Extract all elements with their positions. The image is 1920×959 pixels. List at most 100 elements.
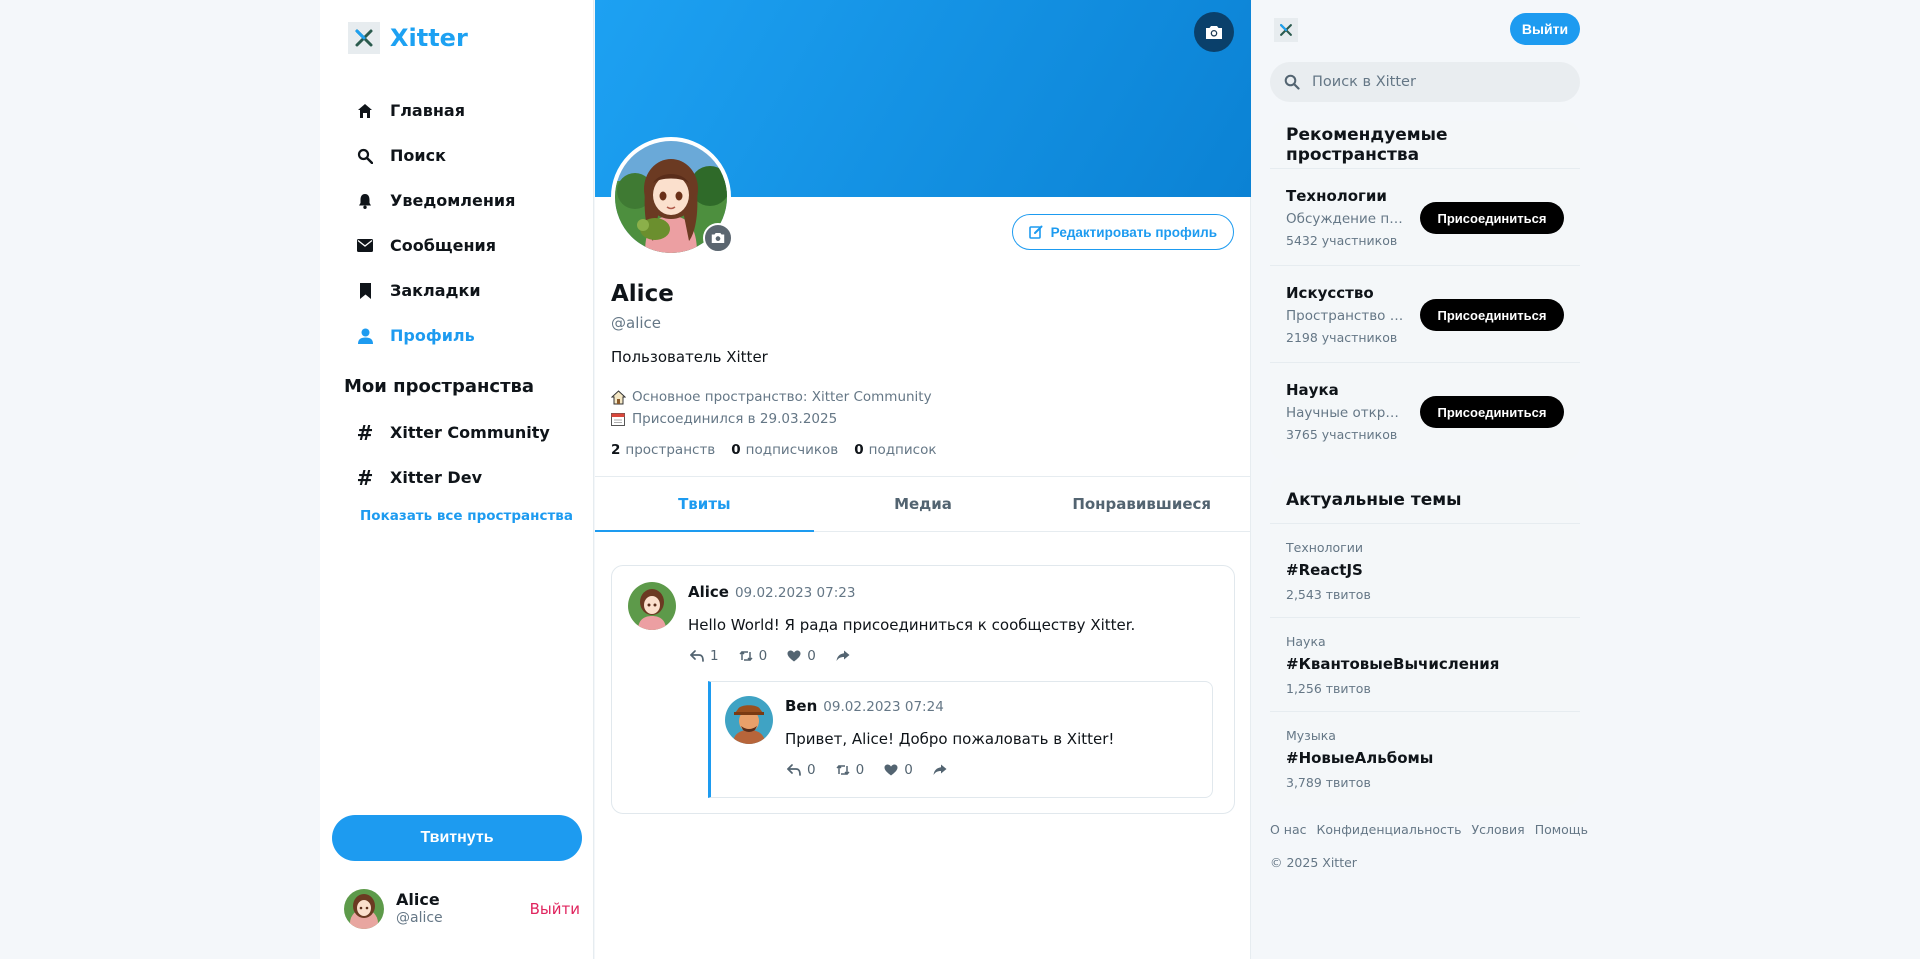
avatar[interactable] [628,582,676,630]
nav-item-notifications[interactable]: Уведомления [356,178,515,223]
x-logo-icon[interactable] [1274,18,1298,42]
retweet-button[interactable]: 0 [739,648,767,664]
search-icon [1284,74,1300,90]
nav-item-bookmarks[interactable]: Закладки [356,268,515,313]
stat-label: пространств [625,442,716,458]
join-button[interactable]: Присоединиться [1420,202,1564,234]
trend-count: 1,256 твитов [1286,681,1371,696]
stat-spaces[interactable]: 2 пространств [611,442,715,458]
nav-item-messages[interactable]: Сообщения [356,223,515,268]
stat-followers[interactable]: 0 подписчиков [731,442,838,458]
brand-name: Xitter [390,24,468,52]
trend-item[interactable]: Наука #КвантовыеВычисления 1,256 твитов [1270,618,1580,712]
footer-link-about[interactable]: О нас [1270,822,1307,837]
house-icon [611,389,627,405]
like-button[interactable]: 0 [787,648,816,664]
nav-label-home: Главная [390,101,465,120]
nav-item-search[interactable]: Поиск [356,133,515,178]
nav-label-profile: Профиль [390,326,475,345]
right-sidebar: Выйти Рекомендуемые пространства Техноло… [1252,0,1600,959]
reply-icon [690,650,704,662]
space-description: Научные открыт… [1286,405,1404,421]
logout-button[interactable]: Выйти [1510,13,1580,45]
reply-button[interactable]: 1 [690,648,719,664]
heart-icon [787,650,801,662]
share-icon [836,650,850,661]
brand-logo[interactable]: Xitter [348,22,468,54]
space-name[interactable]: Наука [1286,381,1339,399]
trend-category: Музыка [1286,728,1336,743]
profile-bio: Пользователь Xitter [611,348,768,366]
tweet-author[interactable]: Ben [785,697,817,715]
space-description: Пространство дл… [1286,308,1404,324]
space-member-count: 5432 участников [1286,233,1398,248]
search-input[interactable] [1312,74,1552,90]
space-item-community[interactable]: # Xitter Community [356,410,550,455]
stat-value: 0 [854,442,864,458]
tab-media[interactable]: Медиа [814,477,1033,531]
join-button[interactable]: Присоединиться [1420,396,1564,428]
footer-link-privacy[interactable]: Конфиденциальность [1317,822,1462,837]
tab-tweets[interactable]: Твиты [595,477,814,532]
trends-card: Актуальные темы Технологии #ReactJS 2,54… [1270,476,1580,806]
reply-button[interactable]: 0 [787,762,816,778]
envelope-icon [356,237,374,255]
space-name[interactable]: Технологии [1286,187,1387,205]
stat-value: 0 [731,442,741,458]
logout-link[interactable]: Выйти [530,900,580,918]
avatar[interactable] [344,889,384,929]
recommended-title: Рекомендуемые пространства [1270,121,1580,169]
recommended-item: Искусство Пространство дл… 2198 участник… [1270,266,1580,363]
footer-link-help[interactable]: Помощь [1535,822,1588,837]
space-member-count: 2198 участников [1286,330,1398,345]
search-icon [356,147,374,165]
stat-following[interactable]: 0 подписок [854,442,936,458]
space-label: Xitter Community [390,423,550,442]
footer-link-terms[interactable]: Условия [1472,822,1525,837]
left-sidebar: Xitter Главная Поиск Уведомления Сообщен… [320,0,594,959]
trend-item[interactable]: Технологии #ReactJS 2,543 твитов [1270,524,1580,618]
main-space-text: Основное пространство: Xitter Community [632,389,932,405]
current-user-handle: @alice [396,910,443,926]
main-nav: Главная Поиск Уведомления Сообщения Закл… [356,88,515,358]
avatar-camera-icon[interactable] [703,223,733,253]
show-all-spaces-link[interactable]: Показать все пространства [360,508,573,524]
tweet-author[interactable]: Alice [688,583,729,601]
share-icon [933,764,947,775]
retweet-button[interactable]: 0 [836,762,864,778]
tweet-time: 09.02.2023 07:23 [734,585,856,601]
recommended-item: Технологии Обсуждение пос… 5432 участник… [1270,169,1580,266]
profile-meta: Основное пространство: Xitter Community … [611,386,932,430]
edit-profile-label: Редактировать профиль [1050,224,1217,240]
banner-camera-icon[interactable] [1194,12,1234,52]
trend-category: Технологии [1286,540,1363,555]
avatar[interactable] [725,696,773,744]
tweet-button[interactable]: Твитнуть [332,815,582,861]
bookmark-icon [356,282,374,300]
trend-item[interactable]: Музыка #НовыеАльбомы 3,789 твитов [1270,712,1580,806]
join-button[interactable]: Присоединиться [1420,299,1564,331]
heart-icon [884,764,898,776]
nav-item-home[interactable]: Главная [356,88,515,133]
share-button[interactable] [933,762,953,778]
nav-label-messages: Сообщения [390,236,496,255]
tweet-text: Hello World! Я рада присоединиться к соо… [688,616,1136,634]
space-item-dev[interactable]: # Xitter Dev [356,455,550,500]
space-name[interactable]: Искусство [1286,284,1374,302]
app: Xitter Главная Поиск Уведомления Сообщен… [320,0,1600,959]
share-button[interactable] [836,648,856,664]
profile-tabs: Твиты Медиа Понравившиеся [595,476,1251,532]
stat-label: подписок [868,442,937,458]
tweet-actions: 1 0 0 [690,648,876,664]
joined-date: Присоединился в 29.03.2025 [632,411,838,427]
edit-profile-button[interactable]: Редактировать профиль [1011,214,1234,250]
retweet-icon [739,650,753,662]
trend-hashtag: #ReactJS [1286,561,1363,579]
like-button[interactable]: 0 [884,762,913,778]
tweet-header: Alice 09.02.2023 07:23 [688,583,855,601]
footer-links: О нас Конфиденциальность Условия Помощь [1270,822,1598,837]
nav-item-profile[interactable]: Профиль [356,313,515,358]
profile-stats: 2 пространств 0 подписчиков 0 подписок [611,442,953,458]
tab-likes[interactable]: Понравившиеся [1032,477,1251,531]
reply-count: 1 [710,648,719,664]
